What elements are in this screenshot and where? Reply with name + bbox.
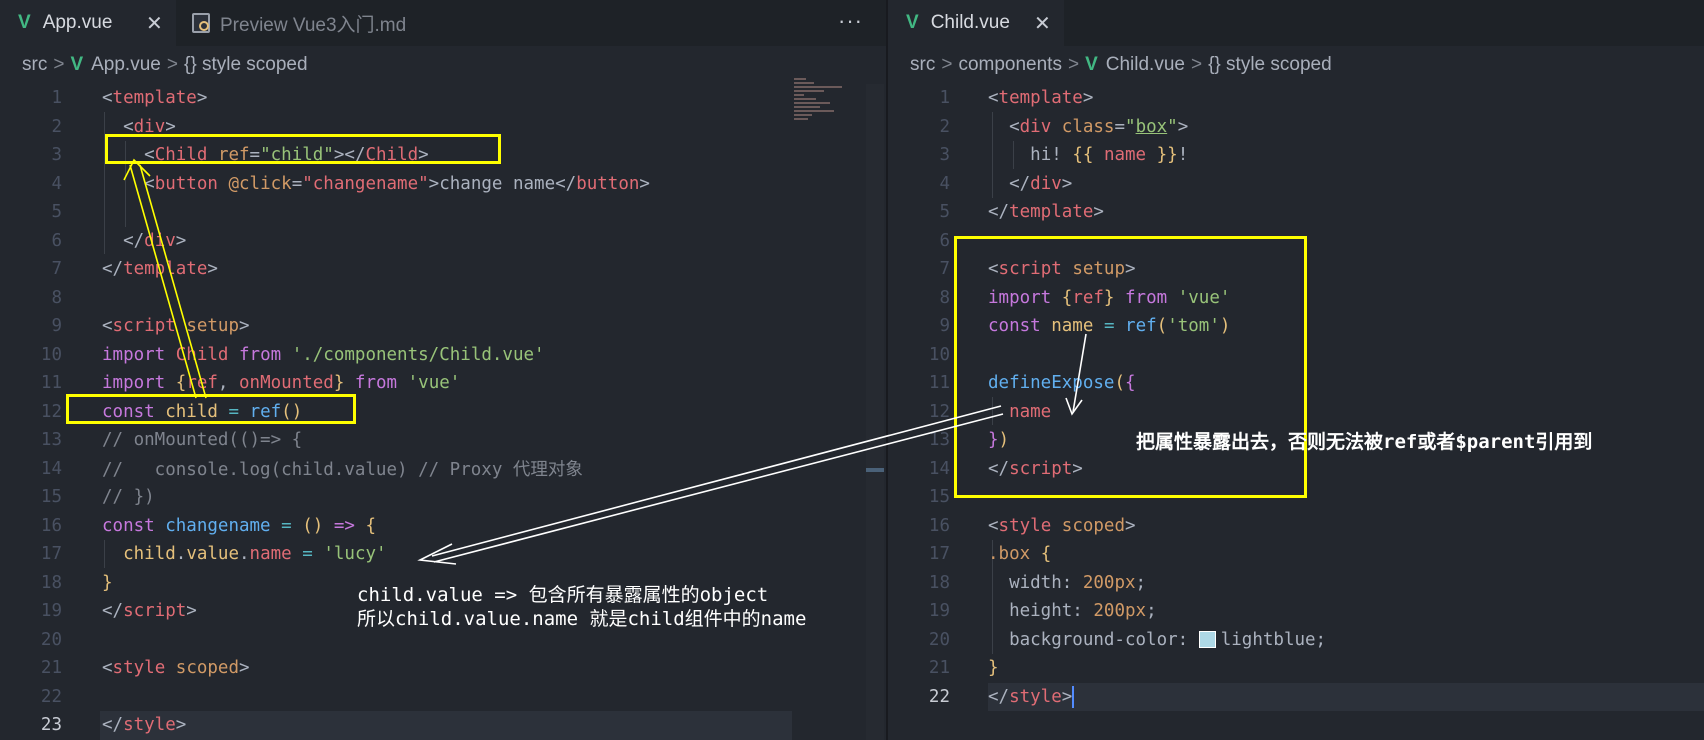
chevron-right-icon: > [1190, 54, 1203, 75]
vue-file-icon: V [70, 54, 84, 75]
breadcrumb-item[interactable]: App.vue [91, 54, 161, 76]
chevron-right-icon: > [166, 54, 178, 75]
breadcrumb-item[interactable]: components [958, 54, 1062, 76]
vue-file-icon: V [1085, 54, 1098, 75]
text-cursor [1072, 685, 1075, 708]
tab-label: App.vue [42, 12, 113, 33]
scrollbar-thumb[interactable] [866, 468, 884, 472]
tab-preview-md[interactable]: Preview Vue3入门.md [178, 0, 458, 46]
current-line-highlight [988, 682, 1704, 711]
breadcrumb-item[interactable]: src [22, 54, 47, 76]
vertical-scrollbar[interactable] [866, 84, 884, 740]
close-icon[interactable]: ✕ [1034, 11, 1051, 36]
color-swatch[interactable] [1198, 631, 1216, 649]
breadcrumb-item[interactable]: {} style scoped [1208, 54, 1332, 76]
more-actions-icon[interactable]: ··· [838, 8, 863, 34]
current-line-highlight [100, 711, 792, 740]
tab-label: Child.vue [930, 12, 1010, 33]
vue-file-icon: V [906, 12, 919, 33]
chevron-right-icon: > [53, 54, 65, 75]
breadcrumb-item[interactable]: Child.vue [1106, 54, 1185, 76]
vue-file-icon: V [18, 12, 31, 33]
preview-icon [192, 13, 210, 33]
tab-app-vue[interactable]: V App.vue ✕ [0, 0, 176, 46]
highlight-box-const-child [66, 394, 356, 424]
breadcrumb: src > V App.vue > {} style scoped [0, 46, 886, 84]
breadcrumb: src > components > V Child.vue > {} styl… [888, 46, 1704, 84]
annotation-note: child.value => 包含所有暴露属性的object 所以child.v… [357, 584, 807, 630]
tab-label: Preview Vue3入门.md [220, 14, 407, 36]
close-icon[interactable]: ✕ [146, 11, 163, 36]
left-editor-pane: V App.vue ✕ Preview Vue3入门.md ··· src > … [0, 0, 886, 740]
chevron-right-icon: > [941, 54, 953, 75]
minimap[interactable] [794, 78, 854, 148]
highlight-box-script-setup [954, 236, 1307, 498]
right-editor-pane: V Child.vue ✕ src > components > V Child… [888, 0, 1704, 740]
left-tab-bar: V App.vue ✕ Preview Vue3入门.md ··· [0, 0, 886, 46]
right-tab-bar: V Child.vue ✕ [888, 0, 1704, 46]
annotation-note: 把属性暴露出去，否则无法被ref或者$parent引用到 [1136, 431, 1593, 453]
chevron-right-icon: > [1067, 54, 1080, 75]
highlight-box-child-ref [105, 134, 501, 164]
breadcrumb-item[interactable]: src [910, 54, 935, 76]
breadcrumb-item[interactable]: {} style scoped [184, 54, 308, 76]
tab-child-vue[interactable]: V Child.vue ✕ [888, 0, 1064, 46]
